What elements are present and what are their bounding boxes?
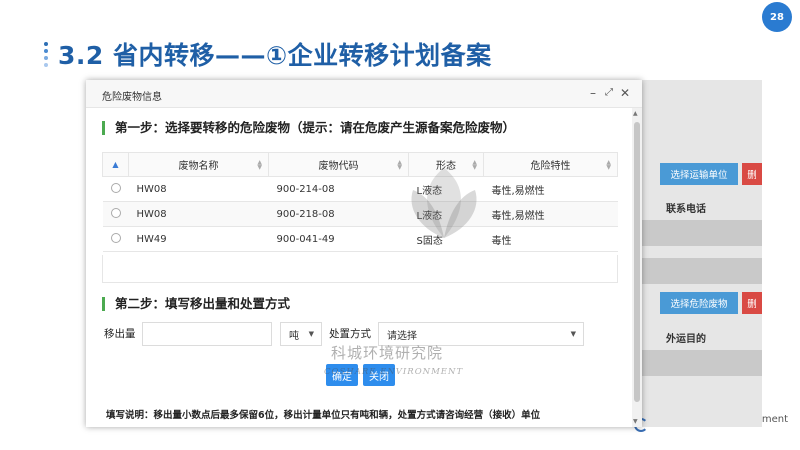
table-footer bbox=[102, 255, 618, 283]
sort-icon: ▲ ▼ bbox=[397, 159, 402, 171]
waste-hazard-cell: 毒性,易燃性 bbox=[483, 176, 618, 202]
waste-hazard-cell: 毒性,易燃性 bbox=[483, 201, 618, 227]
fill-instructions: 填写说明：移出量小数点后最多保留6位，移出计量单位只有吨和辆，处置方式请咨询经营… bbox=[106, 410, 541, 421]
dialog-scrollbar[interactable]: ▲ ▼ bbox=[632, 108, 642, 427]
column-header-label: 废物名称 bbox=[178, 161, 219, 172]
slide-title: 3.2 省内转移——①企业转移计划备案 bbox=[58, 41, 492, 70]
title-bullet-dots bbox=[44, 42, 50, 70]
scroll-thumb[interactable] bbox=[634, 122, 640, 402]
waste-info-dialog: 危险废物信息 – ⤢ ✕ ▲ ▼ 第一步：选择要转移的危险废物（提示：请在危废产… bbox=[86, 80, 642, 427]
table-header-row: ▲ 废物名称 ▲ ▼ 废物代码 ▲ ▼ 形态 ▲ ▼ 危险特性 ▲ ▼ bbox=[102, 152, 618, 177]
table-row[interactable]: HW08 900-214-08 L液态 毒性,易燃性 bbox=[102, 176, 618, 202]
dialog-title: 危险废物信息 bbox=[102, 92, 162, 103]
waste-code-cell: 900-041-49 bbox=[268, 226, 409, 252]
waste-form-cell: L液态 bbox=[408, 176, 484, 202]
sort-icon[interactable]: ▲ bbox=[102, 152, 129, 177]
table-row[interactable]: HW08 900-218-08 L液态 毒性,易燃性 bbox=[102, 201, 618, 227]
table-row[interactable]: HW49 900-041-49 S固态 毒性 bbox=[102, 226, 618, 252]
row-radio[interactable] bbox=[110, 182, 121, 193]
row-radio[interactable] bbox=[110, 232, 121, 243]
destination-label: 外运目的 bbox=[666, 334, 706, 345]
background-row bbox=[640, 220, 762, 246]
unit-select[interactable]: 吨 ▼ bbox=[280, 322, 322, 346]
page-number-badge: 28 bbox=[762, 2, 792, 32]
watermark-text: 科城环境研究院 bbox=[331, 344, 444, 362]
footer-text: ment bbox=[761, 414, 788, 425]
waste-name-cell: HW49 bbox=[128, 226, 269, 252]
dialog-header: 危险废物信息 – ⤢ ✕ bbox=[86, 80, 642, 108]
delete-button[interactable]: 删 bbox=[742, 292, 762, 314]
contact-phone-label: 联系电话 bbox=[666, 204, 706, 215]
background-row bbox=[640, 258, 762, 284]
chevron-down-icon: ▼ bbox=[570, 330, 576, 338]
column-header[interactable]: 形态 ▲ ▼ bbox=[408, 152, 484, 177]
waste-table: ▲ 废物名称 ▲ ▼ 废物代码 ▲ ▼ 形态 ▲ ▼ 危险特性 ▲ ▼ HW08 900-214… bbox=[102, 152, 618, 252]
select-transport-button[interactable]: 选择运输单位 bbox=[660, 163, 738, 185]
column-header[interactable]: 危险特性 ▲ ▼ bbox=[483, 152, 618, 177]
select-waste-button[interactable]: 选择危险废物 bbox=[660, 292, 738, 314]
waste-name-cell: HW08 bbox=[128, 176, 269, 202]
scroll-down-icon[interactable]: ▼ bbox=[633, 418, 638, 425]
waste-name-cell: HW08 bbox=[128, 201, 269, 227]
watermark-subtext: COSHARE ENVIRONMENT bbox=[324, 367, 464, 377]
sort-icon: ▲ ▼ bbox=[257, 159, 262, 171]
amount-label: 移出量 bbox=[104, 328, 136, 340]
chevron-down-icon: ▼ bbox=[308, 330, 314, 338]
waste-code-cell: 900-218-08 bbox=[268, 201, 409, 227]
step2-heading: 第二步：填写移出量和处置方式 bbox=[102, 297, 290, 311]
step1-heading: 第一步：选择要转移的危险废物（提示：请在危废产生源备案危险废物） bbox=[102, 121, 515, 135]
method-placeholder: 请选择 bbox=[387, 330, 417, 342]
unit-value: 吨 bbox=[289, 330, 299, 342]
waste-form-cell: L液态 bbox=[408, 201, 484, 227]
column-header-label: 形态 bbox=[436, 161, 456, 172]
scroll-up-icon[interactable]: ▲ bbox=[633, 110, 638, 117]
delete-button[interactable]: 删 bbox=[742, 163, 762, 185]
close-icon[interactable]: ✕ bbox=[618, 86, 632, 100]
waste-form-cell: S固态 bbox=[408, 226, 484, 252]
column-header[interactable]: 废物名称 ▲ ▼ bbox=[128, 152, 269, 177]
sort-icon: ▲ ▼ bbox=[472, 159, 477, 171]
maximize-icon[interactable]: ⤢ bbox=[602, 86, 616, 100]
method-label: 处置方式 bbox=[329, 328, 371, 340]
sort-icon: ▲ ▼ bbox=[606, 159, 611, 171]
row-radio[interactable] bbox=[110, 207, 121, 218]
background-row bbox=[640, 350, 762, 376]
amount-input[interactable] bbox=[142, 322, 272, 346]
column-header[interactable]: 废物代码 ▲ ▼ bbox=[268, 152, 409, 177]
waste-hazard-cell: 毒性 bbox=[483, 226, 618, 252]
column-header-label: 危险特性 bbox=[530, 161, 571, 172]
column-header-label: 废物代码 bbox=[318, 161, 359, 172]
waste-code-cell: 900-214-08 bbox=[268, 176, 409, 202]
minimize-icon[interactable]: – bbox=[586, 86, 600, 100]
